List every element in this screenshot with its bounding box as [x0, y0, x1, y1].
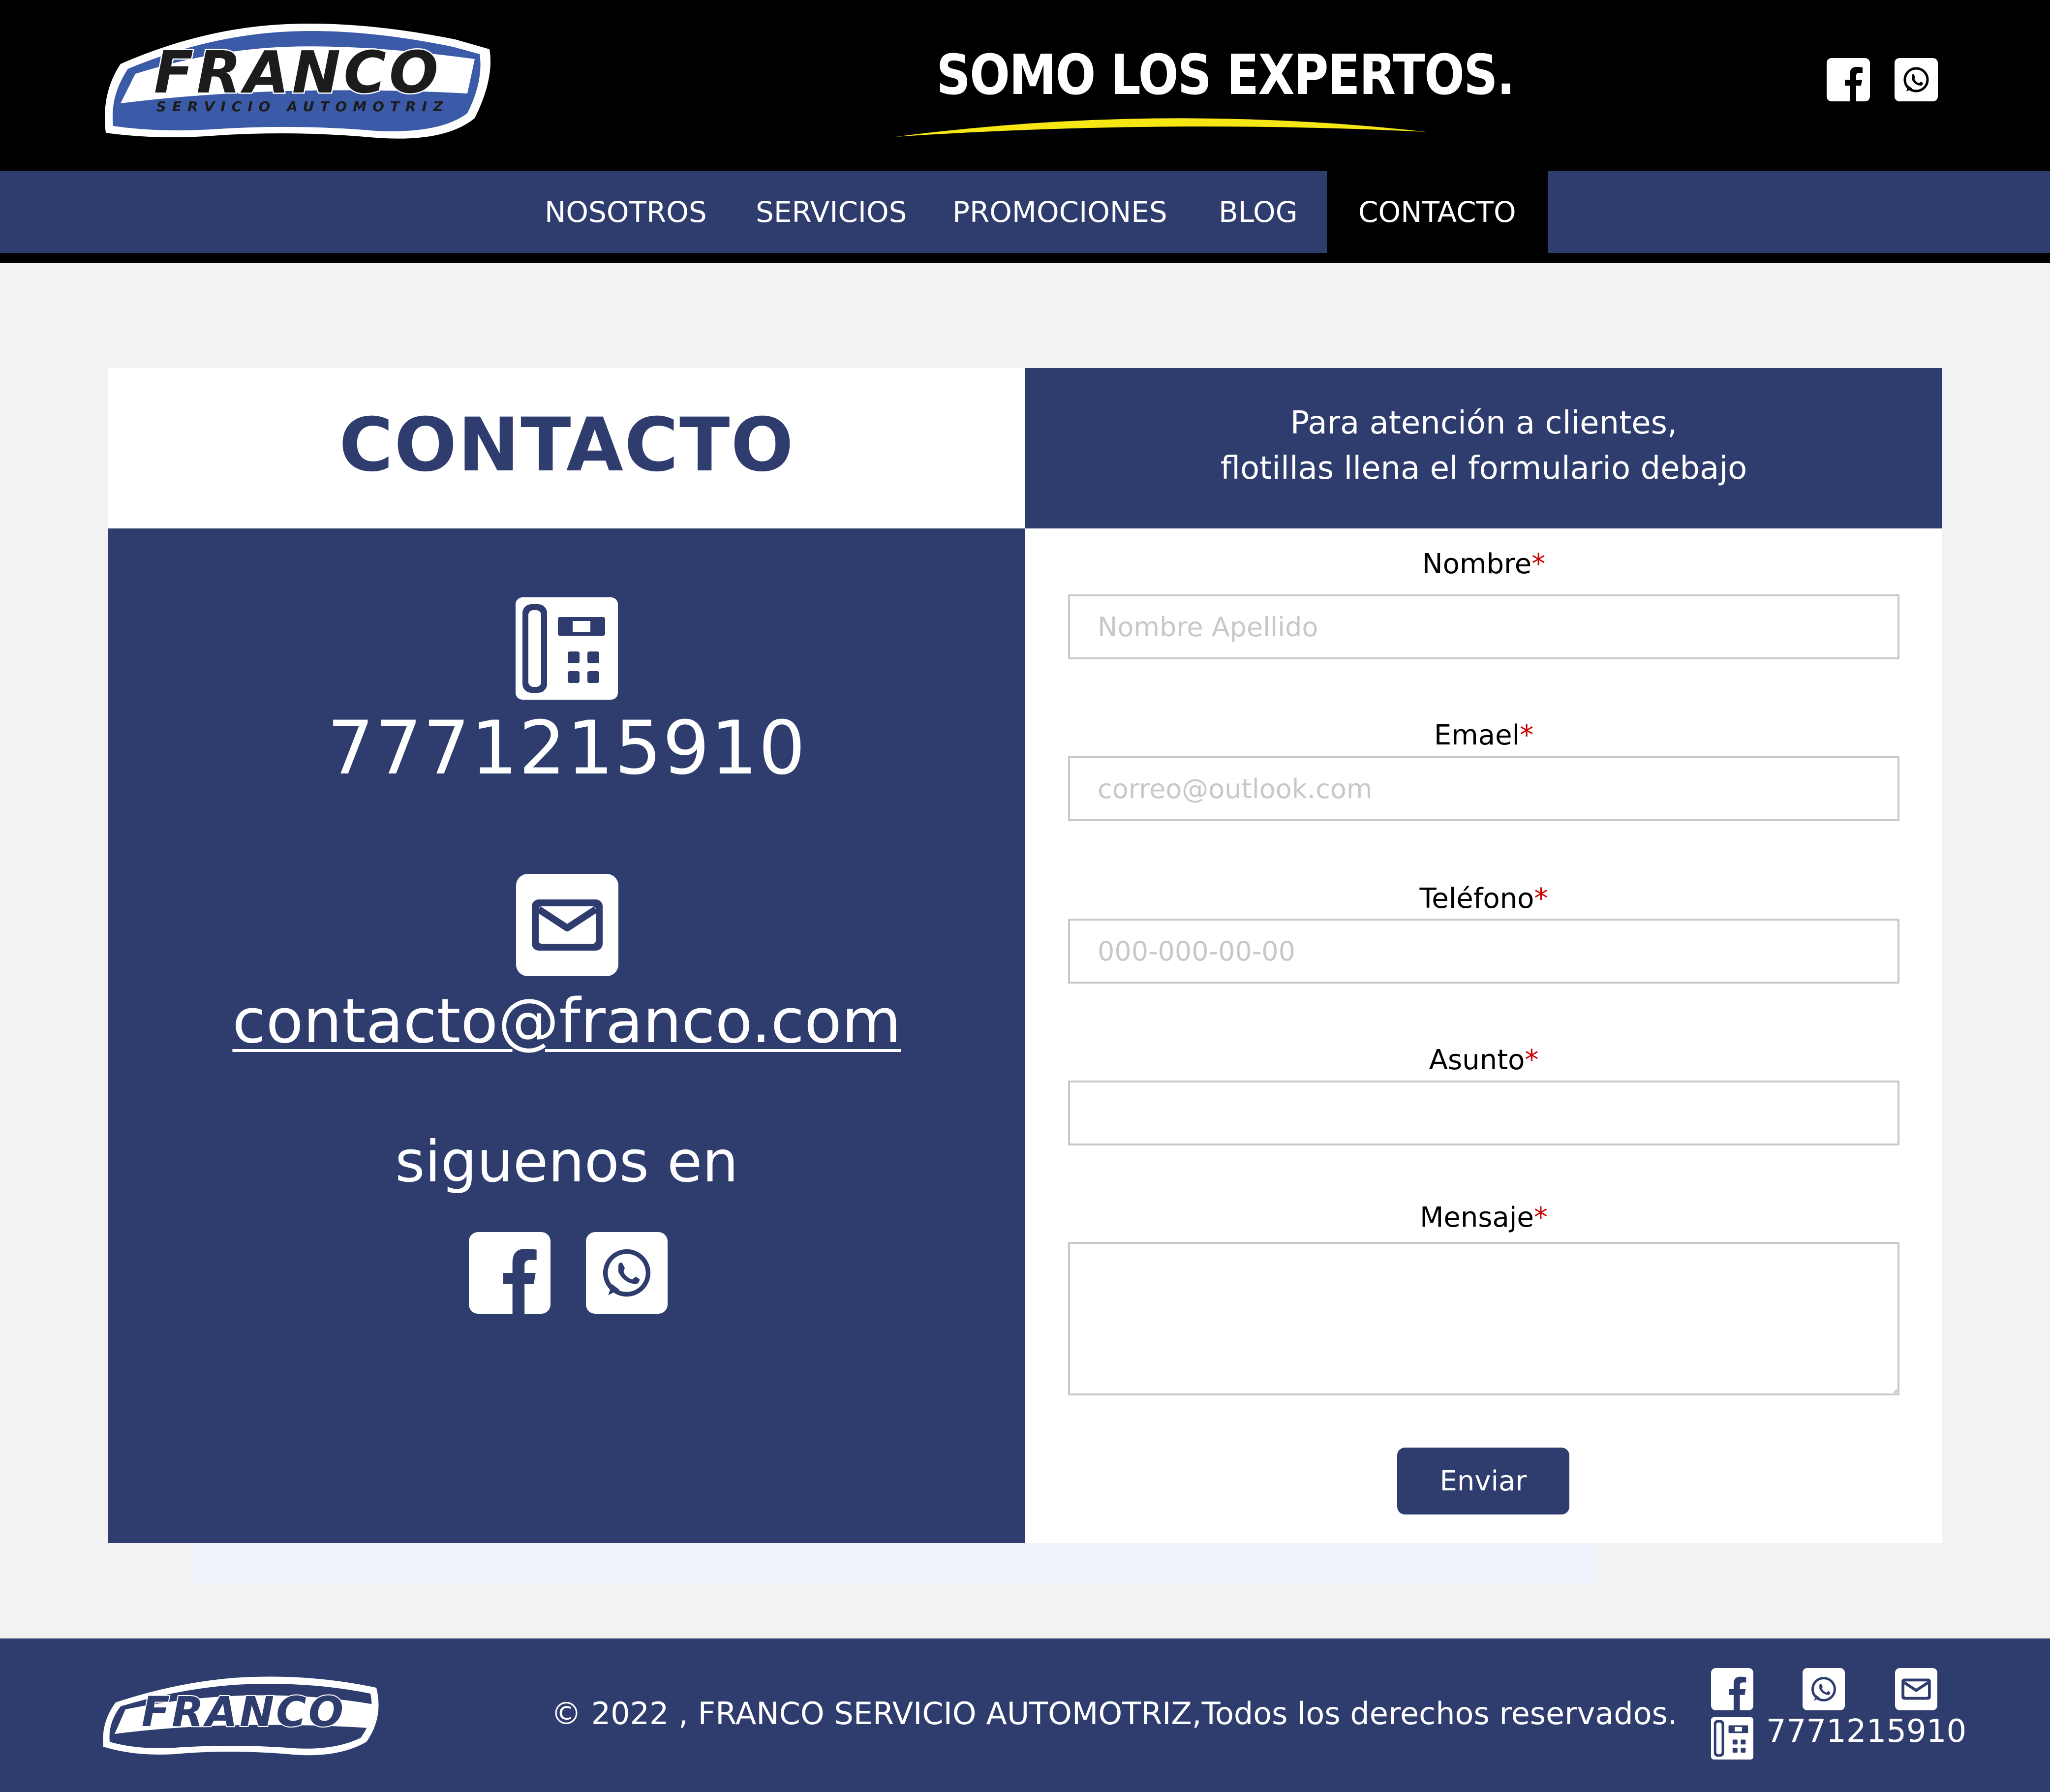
franco-logo[interactable]: FRANCO SERVICIO AUTOMOTRIZ [101, 20, 502, 150]
envelope-icon[interactable] [1895, 1668, 1937, 1710]
mensaje-textarea[interactable] [1068, 1242, 1899, 1395]
form-intro-line-1: Para atención a clientes, [1290, 405, 1678, 441]
logo-wordmark: FRANCO [154, 38, 441, 106]
tagline-swoosh [895, 118, 1427, 137]
facebook-icon[interactable] [469, 1232, 551, 1314]
field-label-email: Emael* [1434, 719, 1534, 751]
field-label-telefono: Teléfono* [1419, 883, 1548, 915]
copyright-text: © 2022 , FRANCO SERVICIO AUTOMOTRIZ,Todo… [551, 1696, 1678, 1731]
header-tagline: SOMO LOS EXPERTOS. [936, 43, 1515, 107]
footer-franco-logo[interactable]: FRANCO SERVICIO AUTOMOTRIZ [101, 1673, 391, 1761]
phone-icon [1711, 1717, 1753, 1760]
footer-logo-wordmark: FRANCO [142, 1688, 345, 1736]
form-intro-panel: Para atención a clientes, flotillas llen… [1025, 368, 1942, 528]
field-label-asunto: Asunto* [1429, 1044, 1539, 1076]
logo-subtitle: SERVICIO AUTOMOTRIZ [156, 98, 449, 115]
contact-info-panel: 7771215910 contacto@franco.com siguenos … [108, 528, 1025, 1543]
field-label-nombre: Nombre* [1422, 548, 1546, 580]
whatsapp-icon[interactable] [586, 1232, 668, 1314]
email-input[interactable] [1068, 756, 1899, 821]
facebook-icon[interactable] [1827, 58, 1870, 101]
field-label-mensaje: Mensaje* [1420, 1202, 1548, 1234]
follow-us-label: siguenos en [395, 1129, 738, 1195]
footer-phone-number: 7771215910 [1766, 1713, 1967, 1750]
card-shadow [194, 1540, 1596, 1584]
nav-item-contacto[interactable]: CONTACTO [1327, 171, 1548, 253]
asunto-input[interactable] [1068, 1081, 1899, 1145]
footer-logo-subtitle: SERVICIO AUTOMOTRIZ [147, 1730, 350, 1741]
whatsapp-icon[interactable] [1803, 1668, 1845, 1710]
whatsapp-icon[interactable] [1895, 58, 1938, 101]
nav-item-nosotros[interactable]: NOSOTROS [545, 171, 707, 253]
nombre-input[interactable] [1068, 594, 1899, 659]
page-title: CONTACTO [339, 402, 795, 488]
contact-form: Nombre* Emael* Teléfono* Asunto* Mensaje… [1025, 528, 1942, 1543]
form-intro-line-2: flotillas llena el formulario debajo [1220, 450, 1747, 487]
enviar-button[interactable]: Enviar [1397, 1448, 1569, 1514]
contact-phone-number: 7771215910 [327, 706, 807, 791]
nav-item-servicios[interactable]: SERVICIOS [756, 171, 907, 253]
envelope-icon [516, 874, 618, 976]
top-header: FRANCO SERVICIO AUTOMOTRIZ SOMO LOS EXPE… [0, 0, 2050, 171]
telefono-input[interactable] [1068, 919, 1899, 984]
site-footer: FRANCO SERVICIO AUTOMOTRIZ © 2022 , FRAN… [0, 1638, 2050, 1792]
nav-item-promociones[interactable]: PROMOCIONES [952, 171, 1167, 253]
contact-title-panel: CONTACTO [108, 368, 1025, 528]
contact-email-link[interactable]: contacto@franco.com [108, 986, 1025, 1057]
main-nav: NOSOTROS SERVICIOS PROMOCIONES BLOG CONT… [0, 171, 2050, 263]
facebook-icon[interactable] [1711, 1668, 1753, 1710]
nav-item-blog[interactable]: BLOG [1219, 171, 1298, 253]
office-phone-icon [516, 597, 618, 700]
